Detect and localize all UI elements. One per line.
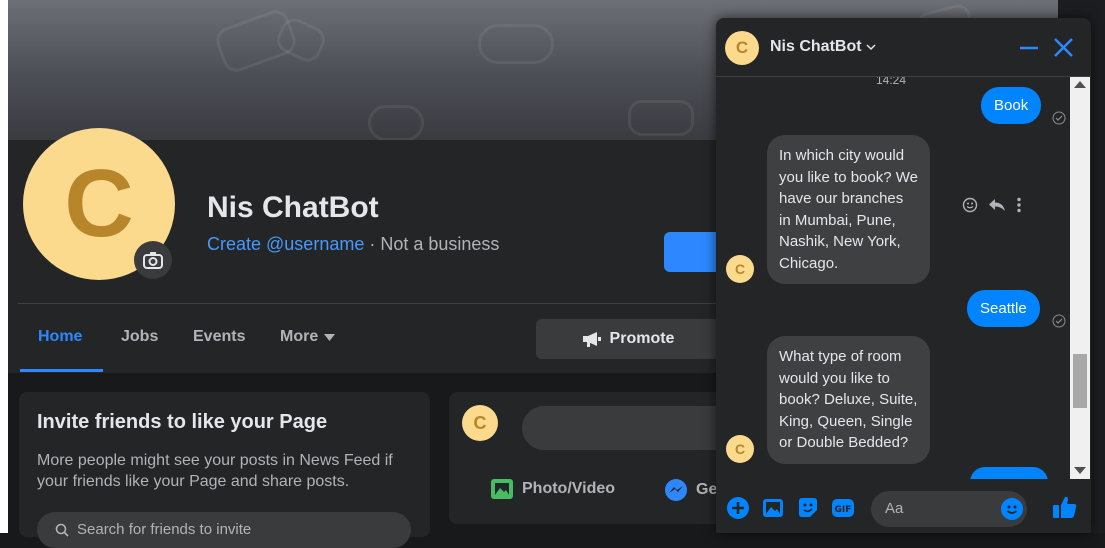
composer-avatar: C xyxy=(462,405,498,441)
message-outgoing[interactable]: Book xyxy=(981,87,1042,124)
photo-video-button[interactable]: Photo/Video xyxy=(490,478,615,500)
chat-title: Nis ChatBot xyxy=(770,38,862,55)
invite-search-input[interactable]: Search for friends to invite xyxy=(37,512,411,548)
camera-glyph xyxy=(143,252,163,269)
image-icon[interactable] xyxy=(761,496,785,520)
reply-icon[interactable] xyxy=(988,198,1006,212)
search-icon xyxy=(55,523,69,537)
tab-more-label: More xyxy=(280,328,319,345)
header-divider xyxy=(18,303,718,304)
invite-title: Invite friends to like your Page xyxy=(37,411,328,433)
scroll-up-arrow[interactable] xyxy=(1074,81,1086,88)
invite-description: More people might see your posts in News… xyxy=(37,452,393,490)
svg-text:GIF: GIF xyxy=(835,505,852,515)
message-outgoing[interactable]: Seattle xyxy=(967,290,1040,327)
plus-icon[interactable] xyxy=(726,496,750,520)
photo-icon xyxy=(491,479,513,499)
tab-jobs[interactable]: Jobs xyxy=(121,328,158,346)
chat-composer: GIF Aa xyxy=(716,479,1091,533)
emoji-icon[interactable] xyxy=(1001,498,1023,520)
message-avatar: C xyxy=(726,255,754,283)
message-outgoing-partial[interactable] xyxy=(970,467,1048,479)
message-input-placeholder: Aa xyxy=(885,500,904,517)
like-icon[interactable] xyxy=(1052,494,1078,520)
minimize-icon[interactable] xyxy=(1016,34,1044,62)
chat-header: C Nis ChatBot xyxy=(716,18,1091,77)
composer-input[interactable] xyxy=(522,406,722,450)
sticker-icon[interactable] xyxy=(796,496,820,520)
invite-search-placeholder: Search for friends to invite xyxy=(77,521,252,538)
primary-action-button[interactable] xyxy=(664,232,724,272)
chevron-down-icon xyxy=(866,43,876,50)
messenger-action-button[interactable]: Ge xyxy=(664,478,717,502)
chat-title-button[interactable]: Nis ChatBot xyxy=(770,38,876,56)
more-vertical-icon[interactable] xyxy=(1016,197,1022,213)
left-edge xyxy=(0,0,8,533)
react-emoji-icon[interactable] xyxy=(962,197,978,213)
messenger-action-label: Ge xyxy=(696,481,718,498)
message-incoming[interactable]: In which city would you like to book? We… xyxy=(767,135,930,284)
megaphone-icon xyxy=(582,332,601,347)
chat-scrollbar[interactable] xyxy=(1070,77,1090,479)
tab-home[interactable]: Home xyxy=(38,328,82,346)
message-actions xyxy=(962,197,1022,213)
page-category: Not a business xyxy=(380,234,500,254)
close-icon[interactable] xyxy=(1050,34,1078,62)
message-avatar: C xyxy=(726,435,754,463)
messenger-icon xyxy=(665,479,687,501)
message-incoming[interactable]: What type of room would you like to book… xyxy=(767,336,930,464)
cover-doodle xyxy=(478,24,554,64)
page-subtitle: Create @username · Not a business xyxy=(207,234,499,255)
subtitle-separator: · xyxy=(364,234,381,254)
chat-messages: 14:24 Book In which city would you like … xyxy=(716,77,1070,479)
create-username-link[interactable]: Create @username xyxy=(207,234,364,254)
photo-video-label: Photo/Video xyxy=(522,480,616,497)
sent-check-icon xyxy=(1052,111,1066,125)
scroll-thumb[interactable] xyxy=(1073,354,1087,408)
page-title: Nis ChatBot xyxy=(207,191,379,224)
sent-check-icon xyxy=(1052,314,1066,328)
promote-button[interactable]: Promote xyxy=(536,319,720,359)
cover-doodle xyxy=(368,105,424,140)
gif-icon[interactable]: GIF xyxy=(831,496,855,520)
scroll-down-arrow[interactable] xyxy=(1074,467,1086,474)
chat-window: C Nis ChatBot 14:24 Book In which city w… xyxy=(716,18,1091,533)
chat-avatar[interactable]: C xyxy=(725,31,759,65)
promote-label: Promote xyxy=(609,330,675,347)
tab-home-indicator xyxy=(20,369,103,372)
cover-doodle xyxy=(628,100,694,136)
message-timestamp: 14:24 xyxy=(876,77,907,87)
tab-more[interactable]: More xyxy=(280,328,336,346)
caret-down-icon xyxy=(324,333,336,341)
tab-events[interactable]: Events xyxy=(193,328,245,346)
camera-icon[interactable] xyxy=(134,241,172,279)
